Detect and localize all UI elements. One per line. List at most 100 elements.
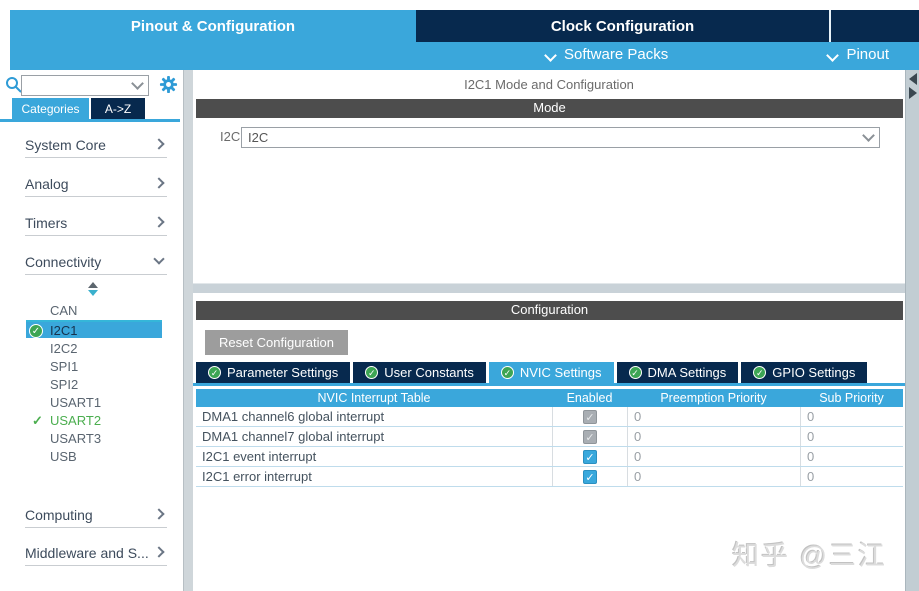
tab-nvic-settings[interactable]: ✓ NVIC Settings [488, 362, 614, 383]
tab-pinout-configuration[interactable]: Pinout & Configuration [10, 10, 416, 42]
category-label: Connectivity [25, 254, 102, 270]
peripheral-label: USART3 [50, 431, 102, 446]
sub-priority-cell[interactable]: 0 [800, 447, 903, 466]
i2c-mode-combobox[interactable]: I2C [241, 127, 880, 148]
search-icon [6, 77, 22, 93]
sidebar-item-usart1[interactable]: USART1 [26, 394, 162, 412]
watermark-text: 知乎 @三江 [732, 541, 887, 571]
tab-gpio-settings[interactable]: ✓ GPIO Settings [741, 362, 868, 383]
sub-navigation: Software Packs Pinout [10, 42, 919, 70]
category-label: Analog [25, 176, 69, 192]
peripheral-label: CAN [50, 303, 78, 318]
sidebar-scrollbar[interactable] [183, 70, 193, 591]
peripheral-label: USB [50, 449, 77, 464]
tab-label: GPIO Settings [772, 365, 856, 380]
top-tab-row: Pinout & Configuration Clock Configurati… [10, 10, 919, 42]
sidebar-item-middleware[interactable]: Middleware and S... [25, 541, 167, 566]
sub-priority-cell[interactable]: 0 [800, 427, 903, 446]
chevron-down-icon [153, 253, 165, 265]
interrupt-name: I2C1 error interrupt [202, 469, 312, 484]
enabled-checkbox[interactable]: ✓ [583, 429, 597, 444]
sub-priority-cell[interactable]: 0 [800, 407, 903, 426]
header-sub-priority: Sub Priority [819, 391, 884, 405]
check-icon: ✓ [628, 366, 642, 379]
configured-check-icon: ✓ [29, 324, 43, 338]
tab-clock-configuration[interactable]: Clock Configuration [416, 10, 829, 42]
horizontal-splitter[interactable] [193, 283, 905, 293]
sidebar-item-spi1[interactable]: SPI1 [26, 358, 162, 376]
sidebar-item-i2c1[interactable]: ✓ I2C1 [26, 320, 162, 338]
scroll-up-icon [88, 282, 98, 288]
sidebar-item-can[interactable]: CAN [26, 302, 162, 320]
tab-user-constants[interactable]: ✓ User Constants [353, 362, 486, 383]
interrupt-name: I2C1 event interrupt [202, 449, 317, 464]
i2c-field-label: I2C [220, 129, 241, 144]
pinout-label: Pinout [846, 46, 889, 63]
configuration-tab-underline [193, 383, 905, 386]
enabled-checkbox[interactable]: ✓ [583, 449, 597, 464]
sidebar-item-computing[interactable]: Computing [25, 503, 167, 528]
gear-icon[interactable] [159, 75, 178, 94]
sidebar-item-usb[interactable]: USB [26, 448, 162, 466]
search-combobox[interactable] [21, 75, 149, 96]
preemption-priority-cell[interactable]: 0 [627, 407, 800, 426]
pinout-menu[interactable]: Pinout [828, 46, 889, 63]
category-label: Middleware and S... [25, 545, 149, 561]
check-icon: ✓ [753, 366, 767, 379]
peripheral-label: I2C2 [50, 341, 78, 356]
software-packs-menu[interactable]: Software Packs [546, 46, 668, 63]
tab-a-to-z[interactable]: A->Z [91, 98, 145, 119]
chevron-right-icon [153, 546, 165, 558]
tab-categories[interactable]: Categories [12, 98, 89, 119]
chevron-right-icon [153, 216, 165, 228]
panel-title: I2C1 Mode and Configuration [464, 77, 634, 92]
header-nvic-interrupt-table: NVIC Interrupt Table [317, 391, 431, 405]
table-header-row: NVIC Interrupt Table Enabled Preemption … [196, 389, 903, 407]
interrupt-name: DMA1 channel6 global interrupt [202, 409, 385, 424]
peripheral-label: USART2 [50, 413, 102, 428]
sidebar-item-spi2[interactable]: SPI2 [26, 376, 162, 394]
interrupt-name: DMA1 channel7 global interrupt [202, 429, 385, 444]
scroll-down-icon [88, 290, 98, 296]
tab-parameter-settings[interactable]: ✓ Parameter Settings [196, 362, 351, 383]
tab-label: Pinout & Configuration [130, 17, 296, 35]
tab-label: NVIC Settings [519, 365, 602, 380]
check-icon: ✓ [500, 366, 514, 379]
sidebar-item-timers[interactable]: Timers [25, 211, 167, 236]
sidebar-item-i2c2[interactable]: I2C2 [26, 340, 162, 358]
sidebar-item-analog[interactable]: Analog [25, 172, 167, 197]
tab-partial-right[interactable] [831, 10, 919, 42]
enabled-checkbox[interactable]: ✓ [583, 409, 597, 424]
header-preemption-priority: Preemption Priority [660, 391, 767, 405]
header-enabled: Enabled [566, 391, 613, 405]
chevron-down-icon [862, 129, 875, 142]
sidebar-item-connectivity[interactable]: Connectivity [25, 250, 167, 275]
list-scroll-spinner[interactable] [86, 282, 100, 296]
preemption-priority-cell[interactable]: 0 [627, 427, 800, 446]
peripheral-label: I2C1 [50, 323, 78, 338]
sub-priority-cell[interactable]: 0 [800, 467, 903, 486]
sidebar-tab-underline [0, 119, 180, 122]
table-row: I2C1 error interrupt ✓ 0 0 [196, 467, 903, 487]
top-header: Pinout & Configuration Clock Configurati… [10, 10, 919, 70]
sidebar-item-usart2[interactable]: ✓ USART2 [26, 412, 162, 430]
configured-check-icon: ✓ [32, 413, 43, 428]
sidebar-item-usart3[interactable]: USART3 [26, 430, 162, 448]
sidebar-tabs: Categories A->Z [0, 98, 183, 119]
tab-dma-settings[interactable]: ✓ DMA Settings [616, 362, 739, 383]
i2c-mode-value: I2C [248, 130, 269, 145]
enabled-checkbox[interactable]: ✓ [583, 469, 597, 484]
category-label: System Core [25, 137, 106, 153]
chevron-down-icon [546, 49, 557, 60]
mode-configuration-panel: I2C1 Mode and Configuration Mode I2C I2C… [193, 70, 905, 591]
tab-label: User Constants [384, 365, 474, 380]
sidebar-search-row [0, 70, 183, 100]
sidebar-item-system-core[interactable]: System Core [25, 133, 167, 158]
preemption-priority-cell[interactable]: 0 [627, 447, 800, 466]
check-icon: ✓ [365, 366, 379, 379]
right-panel-splitter[interactable] [905, 70, 919, 591]
reset-configuration-button[interactable]: Reset Configuration [205, 330, 348, 355]
tab-label: Clock Configuration [550, 17, 695, 35]
preemption-priority-cell[interactable]: 0 [627, 467, 800, 486]
tab-label: Categories [21, 101, 80, 116]
